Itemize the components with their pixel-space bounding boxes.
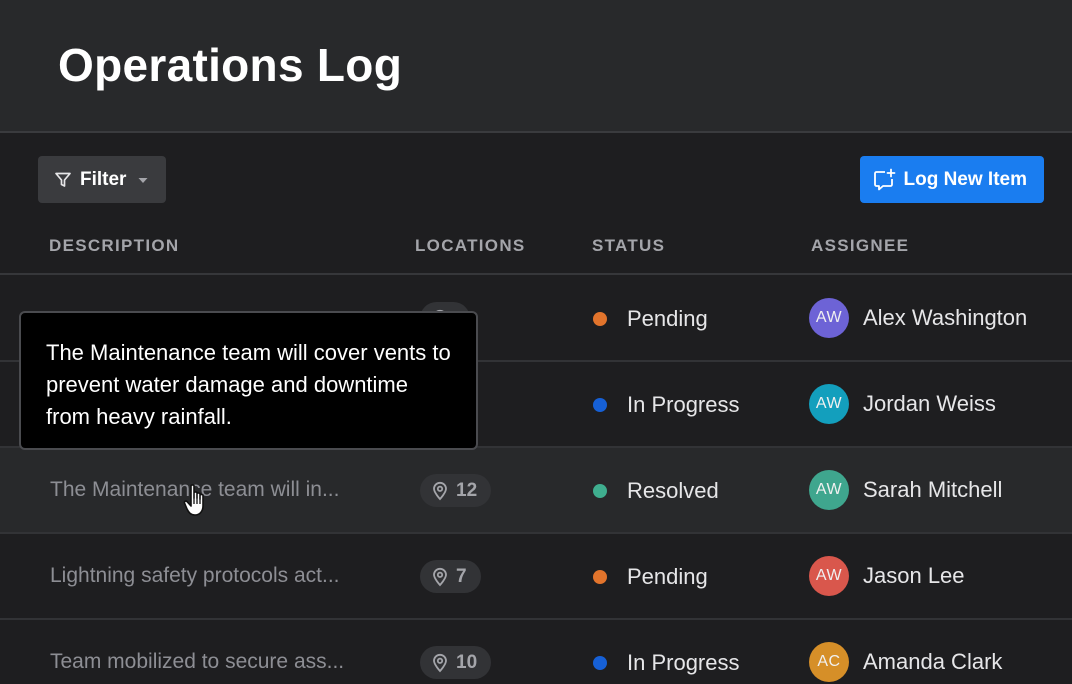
filter-button[interactable]: Filter xyxy=(38,156,167,203)
avatar: AW xyxy=(809,470,849,510)
row-description[interactable]: Lightning safety protocols act... xyxy=(50,564,395,588)
location-count-chip[interactable]: 12 xyxy=(420,474,492,507)
assignee-name: Alex Washington xyxy=(863,305,1028,330)
row-description[interactable]: Team mobilized to secure ass... xyxy=(50,650,395,674)
assignee-cell[interactable]: AW Alex Washington xyxy=(809,298,1027,338)
avatar: AW xyxy=(809,556,849,596)
status-label: Pending xyxy=(627,564,708,589)
avatar: AW xyxy=(809,384,849,424)
status-cell: In Progress xyxy=(593,392,740,418)
status-label: In Progress xyxy=(627,650,740,675)
table-row[interactable]: Lightning safety protocols act... 7 Pend… xyxy=(0,534,1072,620)
filter-funnel-icon xyxy=(55,172,71,187)
avatar: AC xyxy=(809,642,849,682)
assignee-name: Jordan Weiss xyxy=(863,391,996,416)
table-header: DESCRIPTION LOCATIONS STATUS ASSIGNEE xyxy=(0,232,1072,275)
log-new-item-button[interactable]: Log New Item xyxy=(860,156,1044,203)
status-label: Resolved xyxy=(627,478,719,503)
avatar: AW xyxy=(809,298,849,338)
location-count: 7 xyxy=(456,565,467,587)
map-pin-icon xyxy=(433,653,447,672)
status-dot xyxy=(593,484,607,498)
status-dot xyxy=(593,312,607,326)
location-count-chip[interactable]: 7 xyxy=(420,560,481,593)
filter-label: Filter xyxy=(80,168,127,190)
status-cell: Pending xyxy=(593,306,708,332)
status-dot xyxy=(593,570,607,584)
column-header-locations[interactable]: LOCATIONS xyxy=(415,236,526,256)
location-count: 12 xyxy=(456,479,478,501)
page-header: Operations Log xyxy=(0,0,1072,133)
page-title: Operations Log xyxy=(58,39,403,91)
table-row-hovered[interactable]: The Maintenance team will in... 12 Resol… xyxy=(0,448,1072,534)
map-pin-icon xyxy=(433,567,447,586)
assignee-cell[interactable]: AW Jason Lee xyxy=(809,556,965,596)
status-label: In Progress xyxy=(627,392,740,417)
operations-log-page: Operations Log Filter Log New Item DESCR… xyxy=(0,0,1072,684)
column-header-description[interactable]: DESCRIPTION xyxy=(49,236,179,256)
assignee-cell[interactable]: AC Amanda Clark xyxy=(809,642,1002,682)
description-tooltip: The Maintenance team will cover vents to… xyxy=(19,311,478,450)
status-cell: Pending xyxy=(593,564,708,590)
assignee-name: Jason Lee xyxy=(863,563,965,588)
toolbar: Filter Log New Item xyxy=(38,156,1044,203)
column-header-assignee[interactable]: ASSIGNEE xyxy=(811,236,909,256)
hand-pointer-cursor xyxy=(183,484,204,516)
row-description[interactable]: The Maintenance team will in... xyxy=(50,478,395,502)
location-count: 10 xyxy=(456,651,478,673)
status-dot xyxy=(593,398,607,412)
log-new-item-label: Log New Item xyxy=(903,168,1027,190)
status-dot xyxy=(593,656,607,670)
add-comment-icon xyxy=(874,168,896,190)
status-cell: Resolved xyxy=(593,478,719,504)
assignee-name: Amanda Clark xyxy=(863,649,1003,674)
column-header-status[interactable]: STATUS xyxy=(592,236,665,256)
assignee-cell[interactable]: AW Jordan Weiss xyxy=(809,384,996,424)
table-row[interactable]: Team mobilized to secure ass... 10 In Pr… xyxy=(0,620,1072,684)
status-label: Pending xyxy=(627,306,708,331)
assignee-cell[interactable]: AW Sarah Mitchell xyxy=(809,470,1002,510)
assignee-name: Sarah Mitchell xyxy=(863,477,1003,502)
location-count-chip[interactable]: 10 xyxy=(420,646,492,679)
caret-down-icon xyxy=(138,177,148,183)
map-pin-icon xyxy=(433,481,447,500)
status-cell: In Progress xyxy=(593,650,740,676)
